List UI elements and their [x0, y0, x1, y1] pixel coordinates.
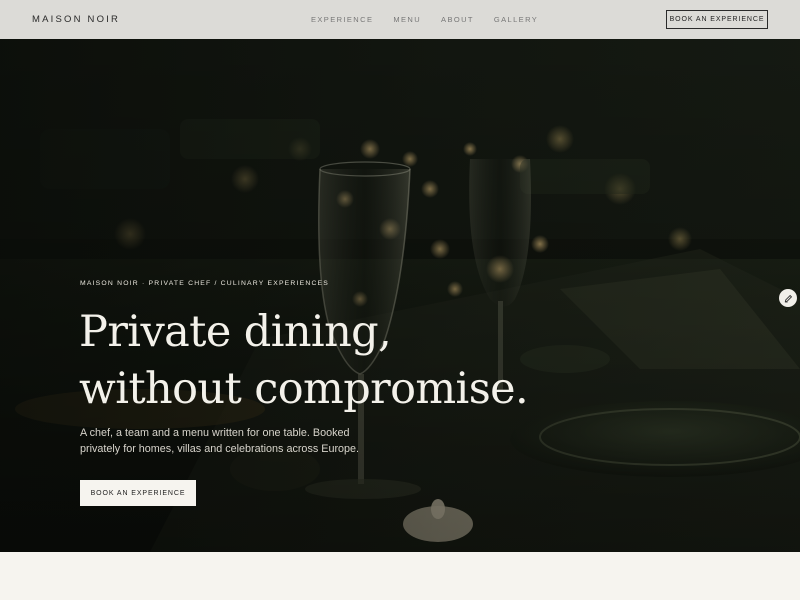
hero-headline: Private dining, without compromise. — [79, 304, 599, 418]
edit-button[interactable] — [779, 289, 797, 307]
hero-overlay — [0, 39, 800, 552]
main-nav: EXPERIENCE MENU ABOUT GALLERY — [311, 0, 558, 39]
nav-gallery[interactable]: GALLERY — [494, 15, 538, 24]
book-experience-hero-button[interactable]: BOOK AN EXPERIENCE — [80, 480, 196, 506]
pencil-icon — [784, 294, 792, 302]
brand-logo[interactable]: MAISON NOIR — [32, 14, 272, 25]
next-section — [0, 552, 800, 600]
hero-subtitle: A chef, a team and a menu written for on… — [80, 427, 360, 455]
book-experience-header-button[interactable]: BOOK AN EXPERIENCE — [666, 10, 768, 29]
nav-experience[interactable]: EXPERIENCE — [311, 15, 373, 24]
site-header: MAISON NOIR EXPERIENCE MENU ABOUT GALLER… — [0, 0, 800, 39]
hero-section: MAISON NOIR · PRIVATE CHEF / CULINARY EX… — [0, 39, 800, 552]
headline-line-1: Private dining, — [79, 307, 392, 357]
headline-line-2: without compromise. — [79, 364, 529, 414]
nav-menu[interactable]: MENU — [393, 15, 421, 24]
nav-about[interactable]: ABOUT — [441, 15, 474, 24]
hero-eyebrow: MAISON NOIR · PRIVATE CHEF / CULINARY EX… — [80, 280, 330, 287]
